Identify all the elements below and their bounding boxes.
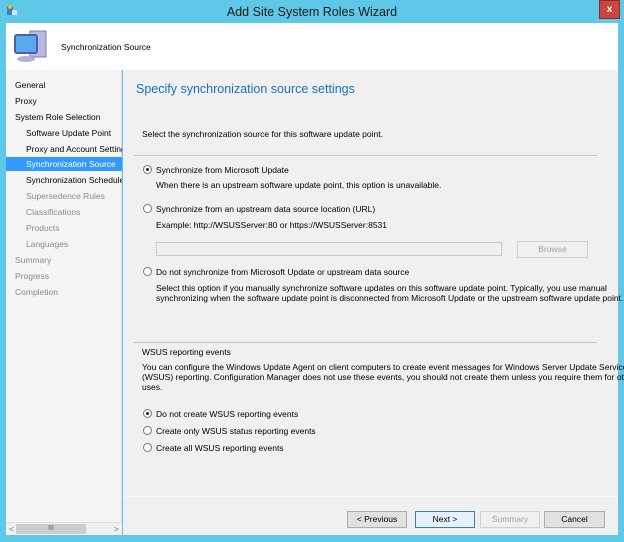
nav-item-synchronization-source[interactable]: Synchronization Source bbox=[6, 157, 122, 171]
wizard-header: Synchronization Source bbox=[6, 23, 618, 70]
browse-button[interactable]: Browse bbox=[517, 241, 588, 258]
scroll-left-arrow[interactable]: < bbox=[9, 524, 14, 534]
label-sync-upstream[interactable]: Synchronize from an upstream data source… bbox=[156, 204, 375, 214]
label-no-wsus-events[interactable]: Do not create WSUS reporting events bbox=[156, 409, 298, 419]
computer-icon bbox=[14, 30, 47, 62]
window-title: Add Site System Roles Wizard bbox=[226, 5, 398, 19]
wsus-desc-1: You can configure the Windows Update Age… bbox=[142, 362, 624, 372]
intro-text: Select the synchronization source for th… bbox=[142, 129, 383, 139]
nav-item-proxy-account-settings[interactable]: Proxy and Account Settings bbox=[6, 142, 122, 156]
close-button[interactable]: x bbox=[599, 0, 620, 19]
scroll-thumb[interactable]: III bbox=[16, 524, 86, 534]
previous-button[interactable]: < Previous bbox=[347, 511, 407, 528]
nav-item-general[interactable]: General bbox=[6, 78, 122, 92]
wsus-section-title: WSUS reporting events bbox=[142, 347, 231, 357]
label-all-wsus-events[interactable]: Create all WSUS reporting events bbox=[156, 443, 284, 453]
radio-sync-microsoft-update[interactable] bbox=[143, 165, 152, 174]
label-sync-microsoft-update[interactable]: Synchronize from Microsoft Update bbox=[156, 165, 289, 175]
summary-button[interactable]: Summary bbox=[480, 511, 540, 528]
next-button[interactable]: Next > bbox=[415, 511, 475, 528]
page-subtitle: Synchronization Source bbox=[61, 42, 151, 52]
nav-item-supersedence-rules: Supersedence Rules bbox=[26, 191, 105, 201]
divider bbox=[133, 342, 597, 343]
nav-item-proxy[interactable]: Proxy bbox=[6, 94, 122, 108]
page-heading: Specify synchronization source settings bbox=[136, 82, 355, 96]
note-sync-upstream: Example: http://WSUSServer:80 or https:/… bbox=[156, 220, 388, 230]
nav-item-software-update-point[interactable]: Software Update Point bbox=[6, 126, 122, 140]
footer-divider bbox=[123, 496, 618, 497]
nav-item-languages: Languages bbox=[26, 239, 69, 249]
radio-sync-upstream[interactable] bbox=[143, 204, 152, 213]
nav-item-classifications: Classifications bbox=[26, 207, 81, 217]
radio-no-wsus-events[interactable] bbox=[143, 409, 152, 418]
nav-item-system-role-selection[interactable]: System Role Selection bbox=[6, 110, 122, 124]
nav-item-progress: Progress bbox=[15, 271, 50, 281]
upstream-url-input[interactable] bbox=[156, 242, 502, 256]
cancel-button[interactable]: Cancel bbox=[544, 511, 605, 528]
note-sync-microsoft-update: When there is an upstream software updat… bbox=[156, 180, 442, 190]
wsus-desc-2: (WSUS) reporting. Configuration Manager … bbox=[142, 372, 624, 382]
scroll-right-arrow[interactable]: > bbox=[114, 524, 119, 534]
nav-item-completion: Completion bbox=[15, 287, 58, 297]
wizard-nav: General Proxy System Role Selection Soft… bbox=[6, 70, 122, 535]
radio-do-not-sync[interactable] bbox=[143, 267, 152, 276]
nav-horizontal-scrollbar[interactable]: < III > bbox=[6, 522, 122, 535]
note-do-not-sync: Select this option if you manually synch… bbox=[156, 283, 607, 293]
nav-item-synchronization-schedule[interactable]: Synchronization Schedule bbox=[6, 173, 122, 187]
note-do-not-sync-2: synchronizing when the software update p… bbox=[156, 293, 624, 303]
radio-status-wsus-events[interactable] bbox=[143, 426, 152, 435]
radio-all-wsus-events[interactable] bbox=[143, 443, 152, 452]
label-do-not-sync[interactable]: Do not synchronize from Microsoft Update… bbox=[156, 267, 409, 277]
nav-item-products: Products bbox=[26, 223, 60, 233]
label-status-wsus-events[interactable]: Create only WSUS status reporting events bbox=[156, 426, 316, 436]
nav-item-summary: Summary bbox=[15, 255, 52, 265]
main-panel: Specify synchronization source settings … bbox=[123, 70, 624, 535]
divider bbox=[133, 155, 597, 156]
wsus-desc-3: uses. bbox=[142, 382, 163, 392]
